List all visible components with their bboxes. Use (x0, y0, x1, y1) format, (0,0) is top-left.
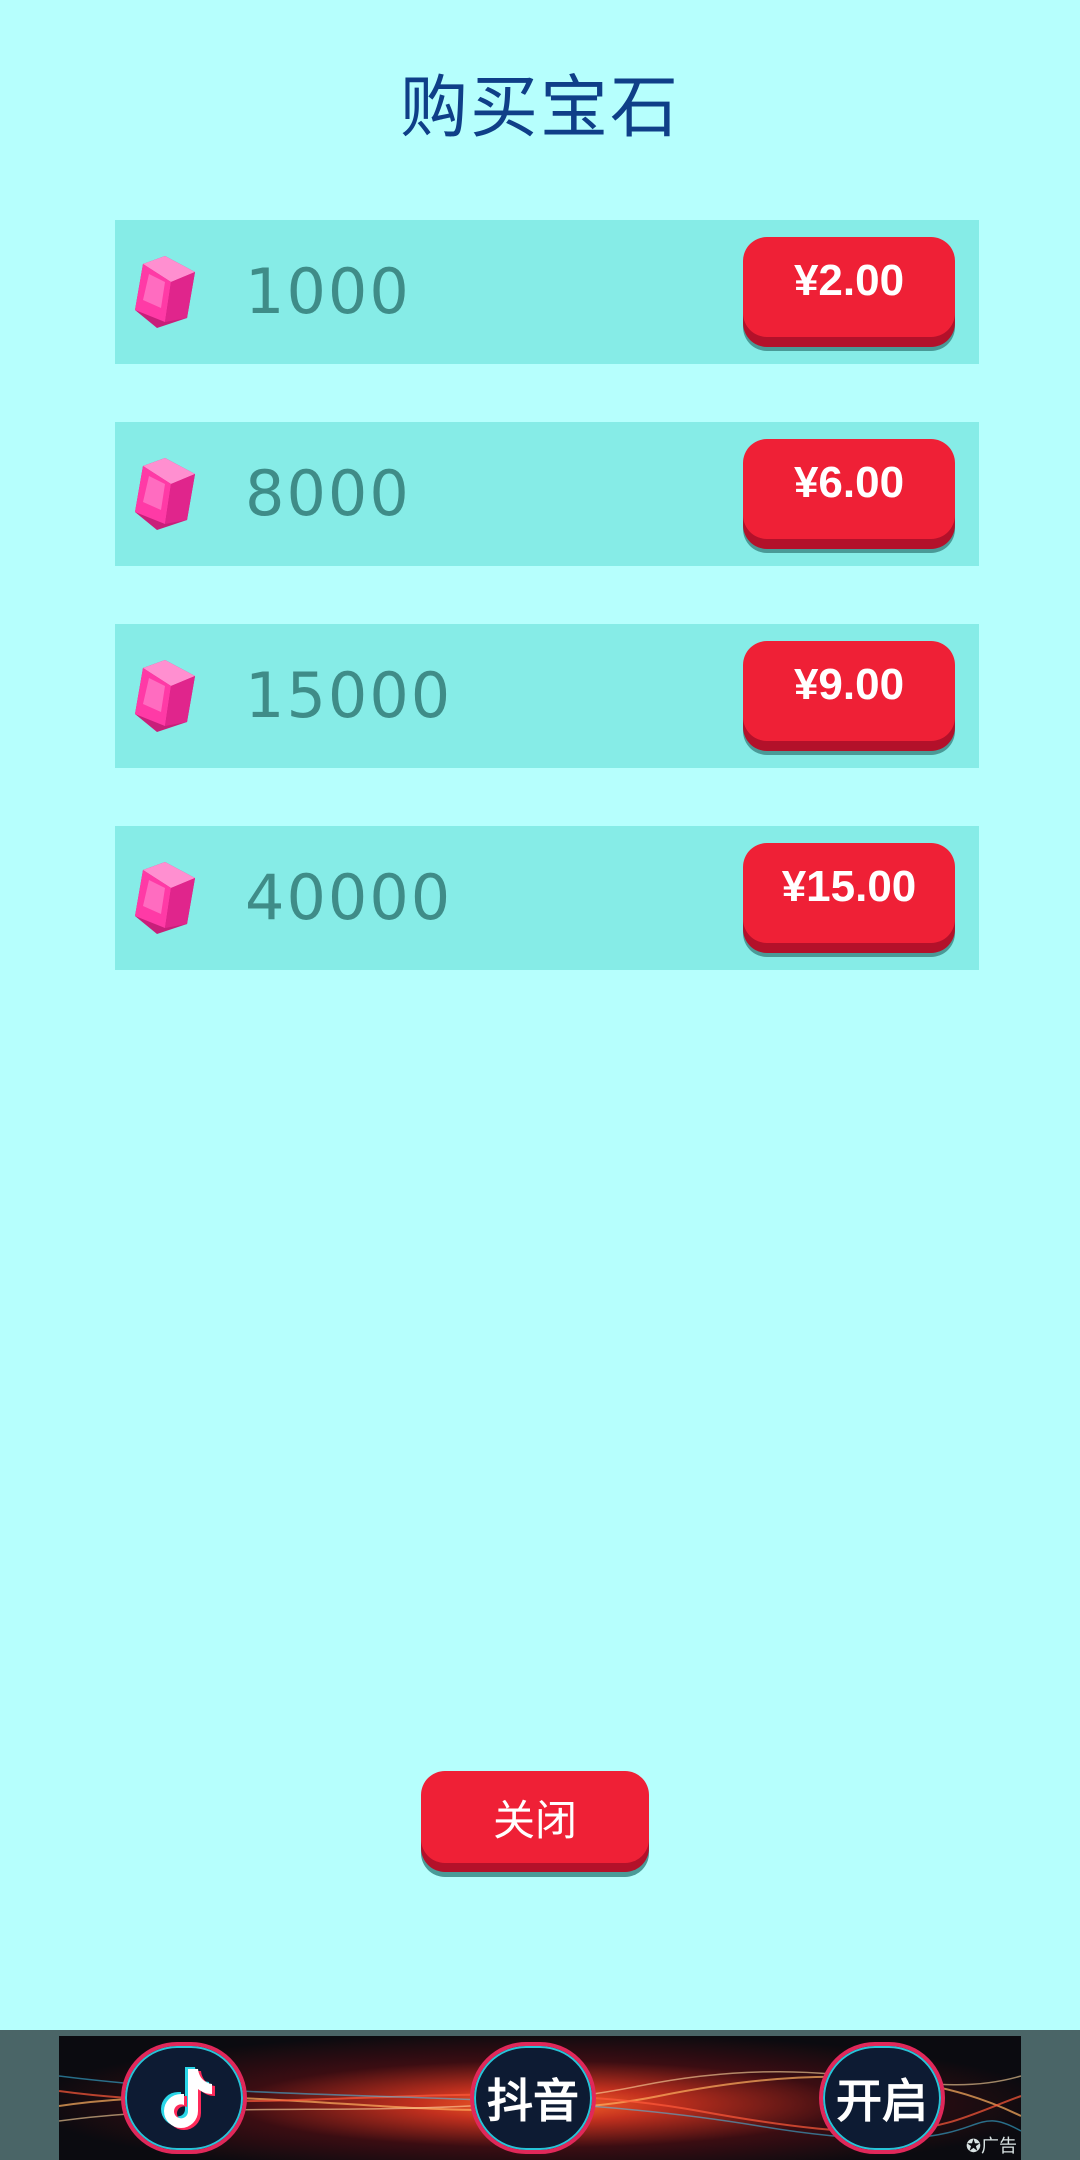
gem-amount: 15000 (245, 659, 453, 732)
buy-button[interactable]: ¥15.00 (743, 843, 955, 943)
gem-package-row: 1000 ¥2.00 (115, 220, 979, 364)
ad-badge-label: 广告 (981, 2136, 1017, 2157)
tiktok-note-icon (161, 2067, 215, 2130)
gem-amount: 8000 (245, 457, 411, 530)
page-title: 购买宝石 (399, 69, 680, 148)
gem-icon (135, 458, 195, 530)
gem-package-row: 40000 ¥15.00 (115, 826, 979, 970)
ad-open-button[interactable]: 开启 (819, 2042, 945, 2154)
tiktok-logo-icon (121, 2042, 247, 2154)
buy-button[interactable]: ¥9.00 (743, 641, 955, 741)
gem-icon (135, 660, 195, 732)
close-button[interactable]: 关闭 (421, 1771, 649, 1863)
gem-package-row: 15000 ¥9.00 (115, 624, 979, 768)
gem-amount: 40000 (245, 861, 453, 934)
ad-badge: ✪广告 (966, 2132, 1017, 2158)
buy-button[interactable]: ¥2.00 (743, 237, 955, 337)
gem-amount: 1000 (245, 255, 411, 328)
ad-strip: 抖音 开启 ✪广告 (0, 2030, 1080, 2160)
buy-button[interactable]: ¥6.00 (743, 439, 955, 539)
ad-douyin-label: 抖音 (470, 2042, 596, 2154)
ad-banner[interactable]: 抖音 开启 ✪广告 (59, 2036, 1021, 2160)
gem-package-row: 8000 ¥6.00 (115, 422, 979, 566)
ad-badge-icon: ✪ (965, 2136, 981, 2157)
gem-icon (135, 256, 195, 328)
gem-icon (135, 862, 195, 934)
